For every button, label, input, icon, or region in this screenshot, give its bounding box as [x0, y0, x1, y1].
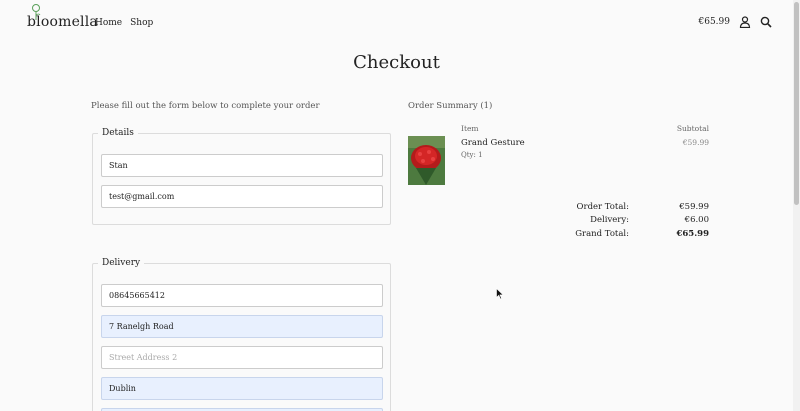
email-field[interactable]: test@gmail.com: [101, 185, 383, 208]
scrollbar-thumb[interactable]: [794, 2, 799, 205]
details-legend: Details: [102, 128, 134, 138]
product-image: [408, 136, 445, 185]
form-intro: Please fill out the form below to comple…: [91, 101, 320, 111]
nav-shop-link[interactable]: Shop: [130, 18, 153, 28]
delivery-label: Delivery:: [590, 215, 629, 225]
order-total-value: €59.99: [679, 202, 709, 212]
user-icon[interactable]: [739, 16, 751, 28]
cart-total[interactable]: €65.99: [699, 17, 731, 27]
search-icon[interactable]: [760, 16, 772, 28]
order-summary-title: Order Summary (1): [408, 101, 493, 111]
order-total-label: Order Total:: [576, 202, 629, 212]
details-fieldset: Details Stan test@gmail.com: [92, 128, 391, 225]
bouquet-icon: [408, 136, 445, 185]
site-logo[interactable]: bloomella: [27, 14, 98, 30]
main-nav: Home Shop: [95, 18, 153, 28]
product-name: Grand Gesture: [461, 138, 525, 148]
street-address-2-field[interactable]: Street Address 2: [101, 346, 383, 369]
product-subtotal: €59.99: [682, 138, 709, 147]
grand-total-label: Grand Total:: [575, 229, 629, 239]
city-field[interactable]: Dublin: [101, 377, 383, 400]
delivery-legend: Delivery: [102, 258, 141, 268]
site-header: bloomella Home Shop €65.99: [0, 0, 793, 48]
product-qty: Qty: 1: [461, 151, 483, 159]
name-field[interactable]: Stan: [101, 154, 383, 177]
phone-field[interactable]: 08645665412: [101, 284, 383, 307]
delivery-fieldset: Delivery 08645665412 7 Ranelgh Road Stre…: [92, 258, 391, 411]
header-actions: €65.99: [699, 16, 773, 28]
mouse-cursor-icon: [496, 288, 504, 300]
subtotal-column-header: Subtotal: [676, 124, 709, 133]
street-address-1-field[interactable]: 7 Ranelgh Road: [101, 315, 383, 338]
nav-home-link[interactable]: Home: [95, 18, 122, 28]
grand-total-value: €65.99: [676, 229, 709, 239]
delivery-value: €6.00: [684, 215, 709, 225]
page-title: Checkout: [353, 52, 440, 73]
item-column-header: Item: [461, 124, 479, 133]
page-scrollbar[interactable]: [793, 0, 800, 411]
